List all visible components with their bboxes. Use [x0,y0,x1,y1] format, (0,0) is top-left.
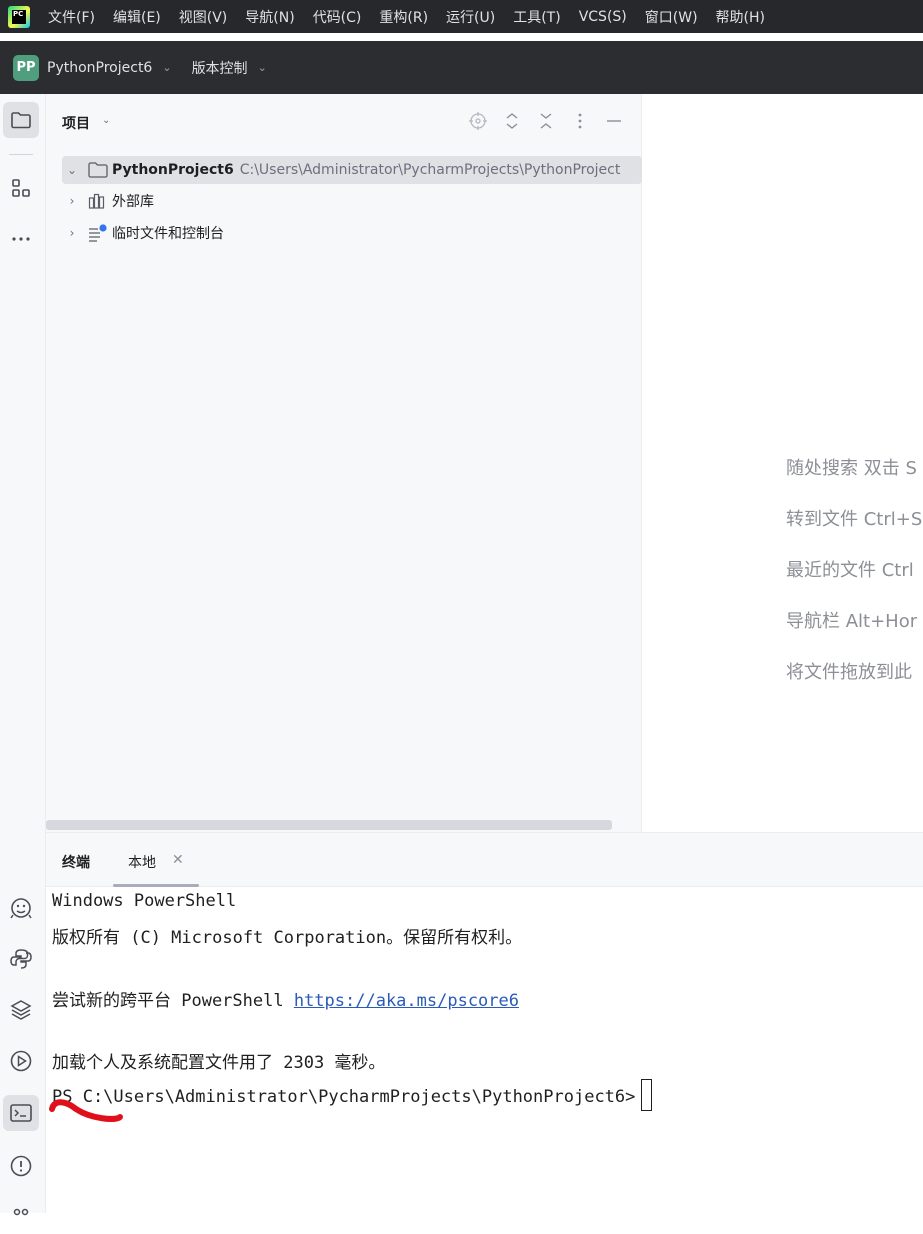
terminal-tab-local[interactable]: 本地 ✕ [113,833,199,887]
hint-navigation-bar: 导航栏 Alt+Hor [786,611,918,632]
git-button[interactable] [3,1198,39,1234]
terminal-tab-label: 本地 [128,855,156,871]
red-annotation-mark [49,1099,123,1122]
menu-vcs[interactable]: VCS(S) [579,9,627,25]
chevron-right-icon[interactable]: › [62,194,82,208]
stripe-separator [9,154,33,155]
panel-title[interactable]: 项目 [62,113,90,133]
tree-item-path: C:\Users\Administrator\PycharmProjects\P… [239,162,621,178]
ai-assistant-icon [10,898,32,919]
ai-assistant-button[interactable] [3,890,39,926]
tree-item-label: 外部库 [112,194,154,210]
menu-bar: PC 文件(F) 编辑(E) 视图(V) 导航(N) 代码(C) 重构(R) 运… [0,0,923,33]
menu-navigate[interactable]: 导航(N) [245,7,294,27]
run-circle-icon [10,1050,32,1072]
options-kebab-icon[interactable] [570,111,590,131]
scratch-icon [88,224,110,242]
project-tool-button[interactable] [3,102,39,138]
menu-help[interactable]: 帮助(H) [716,7,765,27]
library-icon [88,192,110,210]
tree-item-label: 临时文件和控制台 [112,226,224,242]
problems-button[interactable] [3,1148,39,1184]
run-button[interactable] [3,1043,39,1079]
more-horizontal-icon [12,237,30,241]
chevron-down-icon[interactable]: ⌄ [102,115,110,126]
hint-drop-files: 将文件拖放到此 [786,662,912,683]
vcs-label[interactable]: 版本控制 [192,58,248,78]
git-icon [13,1208,29,1216]
more-tools-button[interactable] [3,221,39,257]
python-console-button[interactable] [3,941,39,977]
pscore-link[interactable]: https://aka.ms/pscore6 [294,991,519,1011]
chevron-down-icon[interactable]: ⌄ [162,61,171,74]
horizontal-scrollbar[interactable] [46,820,612,830]
locate-file-icon[interactable] [468,111,488,131]
menu-file[interactable]: 文件(F) [48,7,95,27]
structure-icon [12,179,30,197]
project-name-label[interactable]: PythonProject6 [47,60,152,76]
python-icon [10,949,32,969]
hint-goto-file: 转到文件 Ctrl+S [786,509,923,530]
chevron-down-icon[interactable]: ⌄ [258,61,267,74]
terminal-output[interactable]: Windows PowerShell 版权所有 (C) Microsoft Co… [46,887,923,1213]
expand-all-icon[interactable] [502,111,522,131]
project-tool-window: 项目 ⌄ ⌄ PythonProject6 C:\Users\Administr… [46,94,642,832]
terminal-header: 终端 本地 ✕ [46,832,923,887]
chevron-right-icon[interactable]: › [62,226,82,240]
left-tool-stripe [0,94,46,1216]
menu-refactor[interactable]: 重构(R) [379,7,428,27]
close-icon[interactable]: ✕ [172,852,184,868]
pycharm-logo-icon[interactable]: PC [8,5,30,28]
hint-recent-files: 最近的文件 Ctrl [786,560,914,581]
terminal-tool-button[interactable] [3,1095,39,1131]
services-button[interactable] [3,992,39,1028]
layers-icon [10,1000,32,1020]
menu-tools[interactable]: 工具(T) [513,7,560,27]
editor-empty-state: 随处搜索 双击 S 转到文件 Ctrl+S 最近的文件 Ctrl 导航栏 Alt… [642,94,923,832]
collapse-all-icon[interactable] [536,111,556,131]
chevron-down-icon[interactable]: ⌄ [62,163,82,177]
main-toolbar: PP PythonProject6 ⌄ 版本控制 ⌄ [0,41,923,94]
hint-search-everywhere: 随处搜索 双击 S [786,458,917,479]
folder-icon [88,161,110,179]
menu-edit[interactable]: 编辑(E) [113,7,161,27]
tree-item-external-libraries[interactable]: › 外部库 [62,187,154,215]
menu-code[interactable]: 代码(C) [313,7,362,27]
terminal-cursor [641,1079,653,1111]
minimize-icon[interactable] [604,111,624,131]
tree-item-project-root[interactable]: ⌄ PythonProject6 C:\Users\Administrator\… [62,156,642,184]
problems-icon [10,1155,32,1177]
tree-item-label: PythonProject6 [112,162,234,178]
terminal-title: 终端 [62,855,90,871]
folder-icon [11,112,31,129]
tree-item-scratches[interactable]: › 临时文件和控制台 [62,219,224,247]
structure-tool-button[interactable] [3,170,39,206]
project-avatar[interactable]: PP [13,54,39,81]
menu-run[interactable]: 运行(U) [446,7,495,27]
menu-view[interactable]: 视图(V) [179,7,228,27]
menu-window[interactable]: 窗口(W) [645,7,698,27]
terminal-icon [10,1104,32,1122]
